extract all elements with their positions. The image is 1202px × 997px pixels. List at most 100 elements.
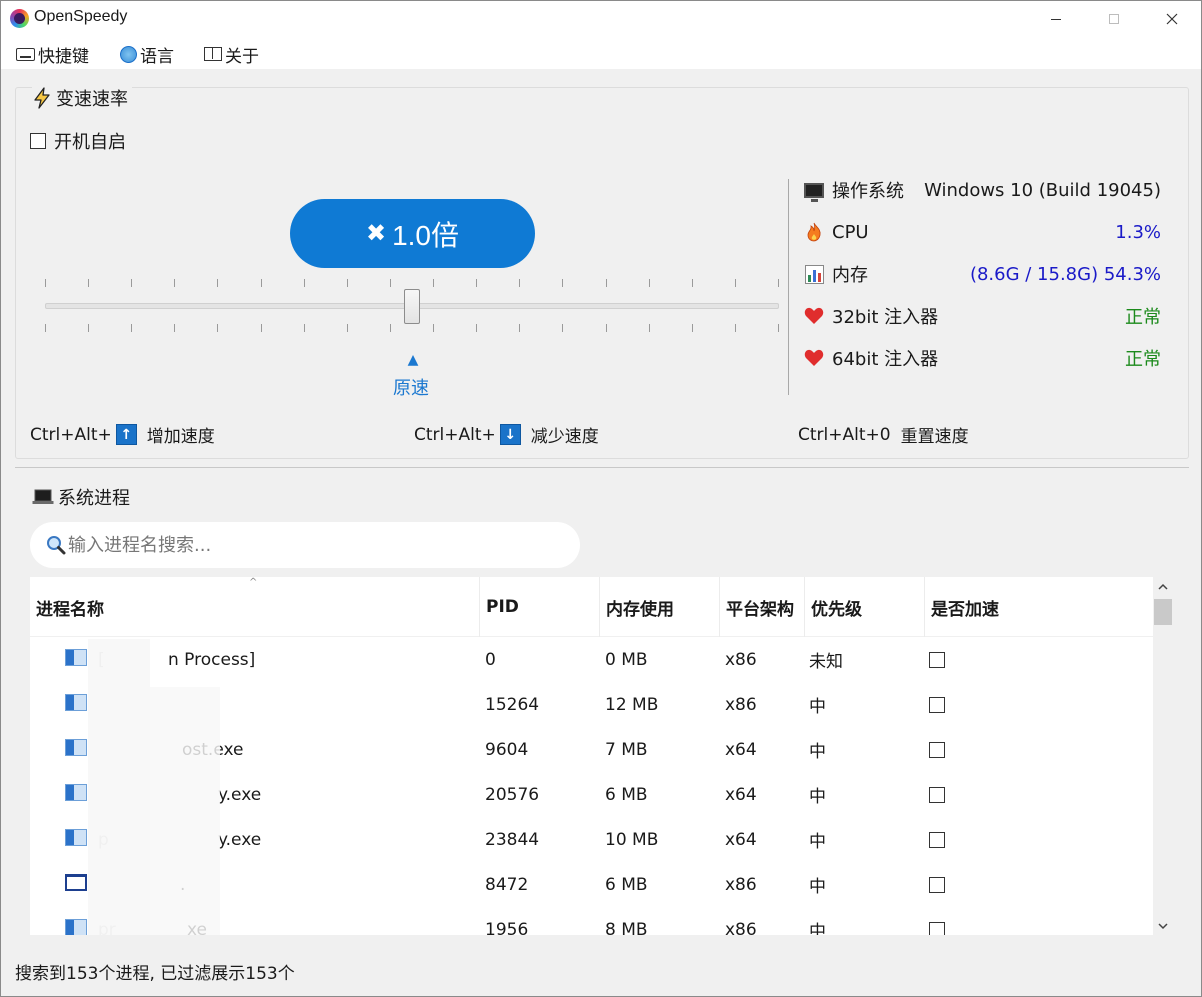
slider-tick <box>605 279 607 287</box>
table-scrollbar[interactable] <box>1153 577 1173 935</box>
os-label: 操作系统 <box>832 181 904 202</box>
accelerate-checkbox[interactable] <box>929 696 945 713</box>
window-app-icon <box>65 874 87 891</box>
slider-tick <box>45 279 46 287</box>
slider-ticks-bottom <box>45 324 779 332</box>
hotkey-increase-prefix: Ctrl+Alt+ <box>30 424 112 445</box>
process-icon <box>65 784 87 801</box>
accelerate-checkbox[interactable] <box>929 831 945 848</box>
slider-thumb[interactable] <box>404 289 420 324</box>
slider-tick <box>389 324 391 332</box>
accelerate-checkbox[interactable] <box>929 741 945 758</box>
table-header: ^ 进程名称 PID 内存使用 平台架构 优先级 是否加速 <box>30 577 1153 637</box>
close-icon <box>1166 13 1178 25</box>
scroll-down-button[interactable] <box>1153 917 1173 935</box>
injector32-status: 正常 <box>1125 307 1161 328</box>
autostart-checkbox[interactable]: 开机自启 <box>30 128 126 154</box>
cell-priority: 中 <box>809 787 826 807</box>
system-injector32-row: 32bit 注入器 正常 <box>803 301 1161 331</box>
system-memory-row: 内存 (8.6G / 15.8G) 54.3% <box>803 259 1161 289</box>
process-icon <box>65 694 87 711</box>
slider-tick <box>734 279 736 287</box>
accelerate-cell <box>929 772 945 817</box>
vertical-divider <box>788 179 789 395</box>
cell-priority: 中 <box>809 697 826 717</box>
slider-tick <box>346 324 348 332</box>
accelerate-cell <box>929 907 945 935</box>
accelerate-checkbox[interactable] <box>929 786 945 803</box>
column-header-priority[interactable]: 优先级 <box>805 577 925 637</box>
slider-tick <box>260 279 262 287</box>
slider-tick <box>389 279 391 287</box>
slider-tick <box>691 279 693 287</box>
cell-arch: x64 <box>725 739 757 760</box>
system-cpu-row: CPU 1.3% <box>803 217 1161 247</box>
globe-icon <box>120 45 137 63</box>
memory-value: (8.6G / 15.8G) 54.3% <box>969 263 1161 285</box>
section-separator <box>15 467 1189 468</box>
scroll-thumb[interactable] <box>1154 599 1172 625</box>
arrow-up-icon: ↑ <box>115 424 137 445</box>
cell-priority: 中 <box>809 832 826 852</box>
slider-tick <box>346 279 348 287</box>
memory-label: 内存 <box>832 265 868 286</box>
table-row[interactable]: [n Process]00 MBx86未知 <box>30 637 1153 682</box>
menu-about[interactable]: 关于 <box>204 42 259 67</box>
speed-slider[interactable] <box>45 279 779 335</box>
search-icon <box>47 536 66 555</box>
heart-icon <box>803 306 825 326</box>
slider-tick <box>562 324 564 332</box>
original-speed-label: 原速 <box>393 378 429 399</box>
autostart-label: 开机自启 <box>54 132 126 153</box>
app-window: OpenSpeedy 快捷键 语言 关于 变速速率 开机自启 ✖ 1.0倍 ▲ … <box>0 0 1202 997</box>
maximize-button[interactable] <box>1085 1 1143 37</box>
slider-tick <box>476 324 478 332</box>
accelerate-cell <box>929 637 945 682</box>
accelerate-cell <box>929 817 945 862</box>
cell-pid: 9604 <box>485 739 529 760</box>
accelerate-checkbox[interactable] <box>929 876 945 893</box>
autostart-checkbox-box[interactable] <box>30 133 46 149</box>
slider-tick <box>174 279 176 287</box>
slider-tick <box>605 324 607 332</box>
accelerate-checkbox[interactable] <box>929 651 945 668</box>
process-icon <box>65 829 87 846</box>
column-header-arch[interactable]: 平台架构 <box>720 577 805 637</box>
status-bar-text: 搜索到153个进程, 已过滤展示153个 <box>15 964 295 984</box>
menu-language[interactable]: 语言 <box>120 42 174 67</box>
accelerate-checkbox[interactable] <box>929 921 945 935</box>
menu-hotkeys[interactable]: 快捷键 <box>16 42 89 67</box>
close-button[interactable] <box>1143 1 1201 37</box>
minimize-icon <box>1051 18 1061 20</box>
accelerate-cell <box>929 682 945 727</box>
speed-group-title-text: 变速速率 <box>56 89 128 110</box>
speed-multiplier-button[interactable]: ✖ 1.0倍 <box>290 199 535 268</box>
cell-pid: 15264 <box>485 694 540 715</box>
slider-tick <box>131 324 133 332</box>
hotkey-reset: Ctrl+Alt+0 重置速度 <box>798 422 969 448</box>
cpu-label: CPU <box>832 221 869 243</box>
slider-tick <box>217 279 219 287</box>
slider-tick <box>88 324 90 332</box>
slider-tick <box>303 324 305 332</box>
cell-pid: 8472 <box>485 874 529 895</box>
slider-tick <box>734 324 736 332</box>
process-icon <box>65 739 87 756</box>
process-search-input[interactable] <box>68 534 548 556</box>
slider-tick <box>778 324 779 332</box>
column-header-pid[interactable]: PID <box>480 577 600 637</box>
slider-tick <box>217 324 219 332</box>
scroll-up-button[interactable] <box>1153 577 1173 595</box>
slider-tick <box>433 324 435 332</box>
speed-group-title: 变速速率 <box>32 85 132 111</box>
minimize-button[interactable] <box>1027 1 1085 37</box>
process-search-box[interactable] <box>30 522 580 568</box>
column-header-memory[interactable]: 内存使用 <box>600 577 720 637</box>
cell-pid: 0 <box>485 649 496 670</box>
cell-mem: 0 MB <box>605 649 648 670</box>
hotkey-decrease-label: 减少速度 <box>530 427 599 447</box>
cell-arch: x86 <box>725 649 757 670</box>
column-header-name[interactable]: 进程名称 <box>30 577 480 637</box>
column-header-accelerate[interactable]: 是否加速 <box>925 577 1153 637</box>
arrow-down-icon: ↓ <box>499 424 521 445</box>
